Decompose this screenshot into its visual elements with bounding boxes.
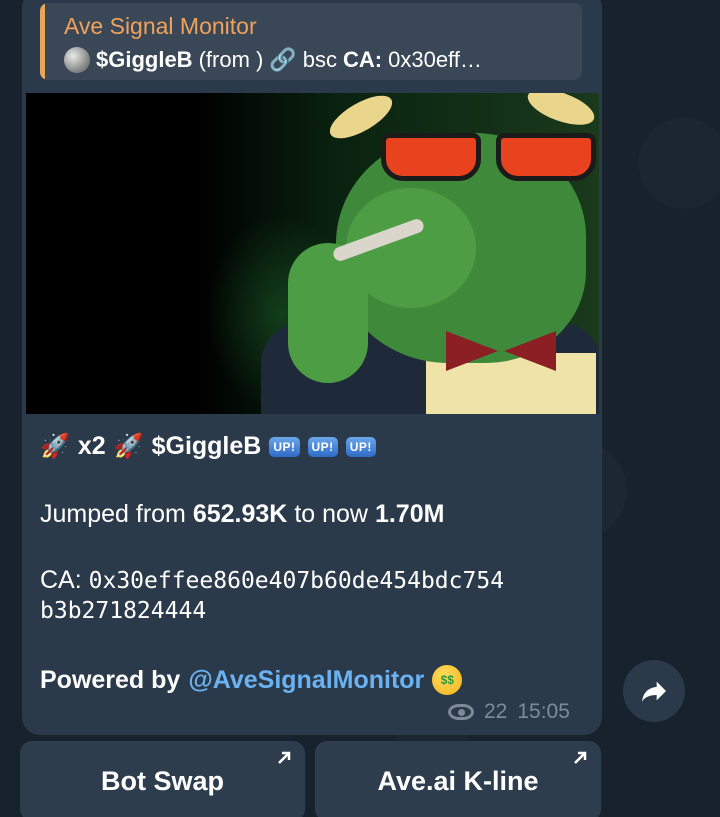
powered-by-label: Powered by bbox=[40, 665, 181, 694]
share-arrow-icon bbox=[642, 681, 666, 702]
money-face-icon: $$ bbox=[432, 665, 463, 695]
rocket-icon: 🚀 bbox=[113, 433, 144, 460]
jump-line: Jumped from 652.93K to now 1.70M bbox=[40, 500, 444, 529]
sunglasses bbox=[381, 128, 599, 183]
reply-accent-bar bbox=[40, 3, 45, 80]
coin-icon bbox=[64, 47, 90, 73]
bot-swap-label: Bot Swap bbox=[100, 765, 224, 796]
view-count: 22 bbox=[484, 700, 508, 723]
ca-label: CA: bbox=[40, 566, 89, 594]
link-icon: 🔗 bbox=[269, 47, 297, 72]
ave-kline-button[interactable]: Ave.ai K-line bbox=[315, 741, 601, 817]
ca-line-1: CA: 0x30effee860e407b60de454bdc754 bbox=[40, 566, 504, 595]
ave-kline-label: Ave.ai K-line bbox=[377, 765, 539, 796]
headline-ticker: $GiggleB bbox=[151, 432, 262, 460]
message-meta: 22 15:05 bbox=[448, 700, 570, 724]
up-badge-icon: UP! bbox=[269, 436, 300, 457]
jump-from: 652.93K bbox=[192, 500, 288, 528]
ca-line-2: b3b271824444 bbox=[40, 598, 206, 624]
bot-swap-button[interactable]: Bot Swap bbox=[20, 741, 305, 817]
powered-by-line: Powered by @AveSignalMonitor $$ bbox=[40, 665, 463, 695]
reply-chain: bsc bbox=[302, 47, 337, 72]
bowtie bbox=[446, 331, 556, 371]
bull-horn-right bbox=[523, 93, 599, 133]
multiplier: x2 bbox=[77, 432, 106, 460]
jump-to: 1.70M bbox=[374, 500, 445, 528]
views-eye-icon bbox=[448, 704, 474, 720]
ca-address-part-1[interactable]: 0x30effee860e407b60de454bdc754 bbox=[89, 568, 504, 594]
bull-image[interactable] bbox=[26, 93, 599, 414]
external-link-arrow-icon bbox=[574, 751, 587, 764]
ca-address-part-2[interactable]: b3b271824444 bbox=[40, 598, 206, 624]
external-link-arrow-icon bbox=[278, 751, 291, 764]
jump-prefix: Jumped from bbox=[40, 500, 193, 528]
reply-ticker: $GiggleB bbox=[96, 47, 193, 72]
reply-sender-name: Ave Signal Monitor bbox=[64, 13, 257, 39]
reply-snippet: $GiggleB (from ) 🔗 bsc CA: 0x30eff… bbox=[64, 47, 482, 73]
message-time: 15:05 bbox=[517, 700, 570, 723]
jump-mid: to now bbox=[287, 500, 375, 528]
up-badge-icon: UP! bbox=[345, 436, 376, 457]
mention-link[interactable]: @AveSignalMonitor bbox=[188, 666, 424, 695]
up-badge-icon: UP! bbox=[307, 436, 338, 457]
headline: 🚀 x2 🚀 $GiggleB UP! UP! UP! bbox=[40, 432, 376, 461]
rocket-icon: 🚀 bbox=[40, 433, 70, 460]
reply-preview[interactable]: Ave Signal Monitor $GiggleB (from ) 🔗 bs… bbox=[40, 3, 582, 80]
bull-hand bbox=[288, 243, 368, 383]
reply-from: (from ) bbox=[198, 47, 264, 72]
share-button[interactable] bbox=[623, 660, 685, 722]
reply-ca-short: 0x30eff… bbox=[388, 47, 482, 72]
reply-ca-label: CA: bbox=[343, 47, 383, 72]
